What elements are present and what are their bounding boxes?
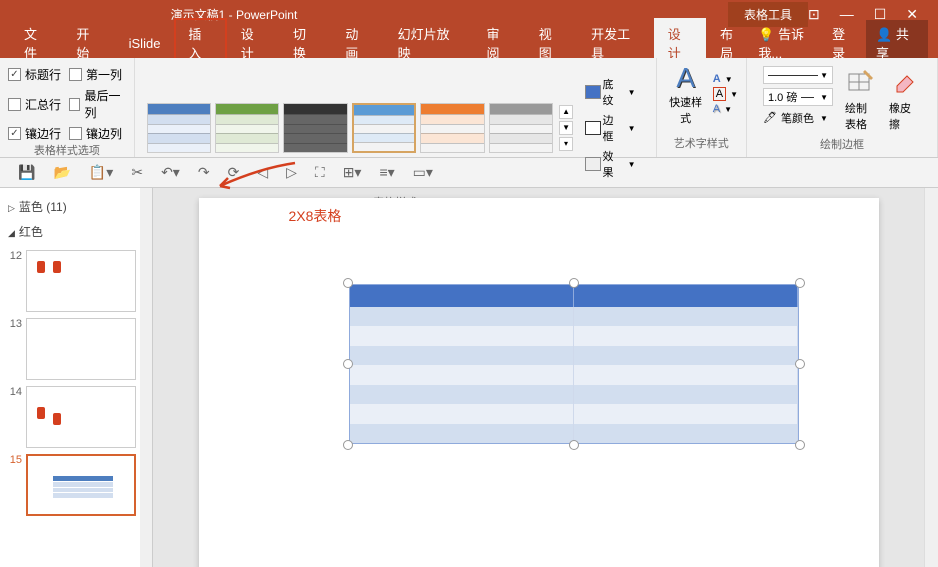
category-blue[interactable]: ▷蓝色 (11) [6,194,146,219]
tell-me-search[interactable]: 💡 告诉我... [758,24,822,62]
eraser-button[interactable]: 橡皮擦 [889,66,921,132]
slide-number: 15 [6,454,22,466]
pen-style-dropdown[interactable]: ▼ [763,66,833,84]
text-effects-button[interactable]: A▼ [713,103,738,115]
effects-button[interactable]: 效果▼ [583,146,638,182]
draw-table-button[interactable]: 绘制表格 [845,66,877,132]
pen-color-button[interactable]: 🖊笔颜色▼ [763,110,833,126]
slide-title-text[interactable]: 2X8表格 [289,206,342,226]
resize-handle-tr[interactable] [795,278,805,288]
lightbulb-icon: 💡 [758,27,774,42]
menu-islide[interactable]: iSlide [115,30,175,57]
pen-icon: 🖊 [763,111,777,125]
slide-thumb-14[interactable] [26,386,136,448]
slide-thumb-13[interactable] [26,318,136,380]
table-object[interactable] [349,284,799,444]
quick-style-button[interactable]: A 快速样式 [665,62,707,126]
table-style-2[interactable] [215,103,279,153]
qat-save-icon[interactable]: 💾 [18,164,35,181]
resize-handle-bm[interactable] [569,440,579,450]
shading-button[interactable]: 底纹▼ [583,74,638,110]
wordart-a-icon: A [665,62,707,94]
group-label-options: 表格样式选项 [8,142,126,160]
table-style-4[interactable] [352,103,416,153]
resize-handle-ml[interactable] [343,359,353,369]
eraser-icon [889,66,921,98]
login-button[interactable]: 登录 [832,24,856,62]
checkbox-header-row[interactable]: 标题行 [8,66,61,83]
slide-number: 12 [6,250,22,262]
group-label-draw-borders: 绘制边框 [755,136,929,154]
resize-handle-tl[interactable] [343,278,353,288]
category-red[interactable]: ◢红色 [6,219,146,244]
qat-paste-icon[interactable]: 📋▾ [89,164,113,181]
table-style-1[interactable] [147,103,211,153]
table-style-5[interactable] [420,103,484,153]
styles-more[interactable]: ▾ [559,137,573,151]
checkbox-first-col[interactable]: 第一列 [69,66,126,83]
text-fill-button[interactable]: A▼ [713,73,738,85]
resize-handle-mr[interactable] [795,359,805,369]
styles-row-down[interactable]: ▼ [559,121,573,135]
styles-row-up[interactable]: ▲ [559,105,573,119]
vertical-scrollbar[interactable] [924,188,938,567]
pen-weight-dropdown[interactable]: 1.0 磅▼ [763,88,833,106]
slide-number: 14 [6,386,22,398]
text-outline-button[interactable]: A▼ [713,87,738,101]
checkbox-banded-col[interactable]: 镶边列 [69,125,126,142]
qat-open-icon[interactable]: 📂 [53,164,70,181]
slide-number: 13 [6,318,22,330]
resize-handle-br[interactable] [795,440,805,450]
thumbnail-scrollbar[interactable] [140,188,152,567]
qat-cut-icon[interactable]: ✂ [131,164,143,181]
resize-handle-tm[interactable] [569,278,579,288]
checkbox-last-col[interactable]: 最后一列 [69,87,126,121]
ribbon: 标题行 第一列 汇总行 最后一列 镶边行 镶边列 表格样式选项 ▲ ▼ ▾ 底纹… [0,58,938,158]
checkbox-total-row[interactable]: 汇总行 [8,87,61,121]
borders-button[interactable]: 边框▼ [583,110,638,146]
table-style-3[interactable] [283,103,347,153]
menu-bar: 文件 开始 iSlide 插入 设计 切换 动画 幻灯片放映 审阅 视图 开发工… [0,28,938,58]
group-label-wordart: 艺术字样式 [665,135,738,153]
slide-thumb-12[interactable] [26,250,136,312]
slide-thumbnail-panel: ▷蓝色 (11) ◢红色 12 13 14 15 [0,188,153,567]
slide-editor-area[interactable]: 2X8表格 [153,188,924,567]
table-style-6[interactable] [489,103,553,153]
resize-handle-bl[interactable] [343,440,353,450]
slide-canvas[interactable]: 2X8表格 [199,198,879,567]
checkbox-banded-row[interactable]: 镶边行 [8,125,61,142]
draw-table-icon [845,66,877,98]
slide-thumb-15[interactable] [26,454,136,516]
